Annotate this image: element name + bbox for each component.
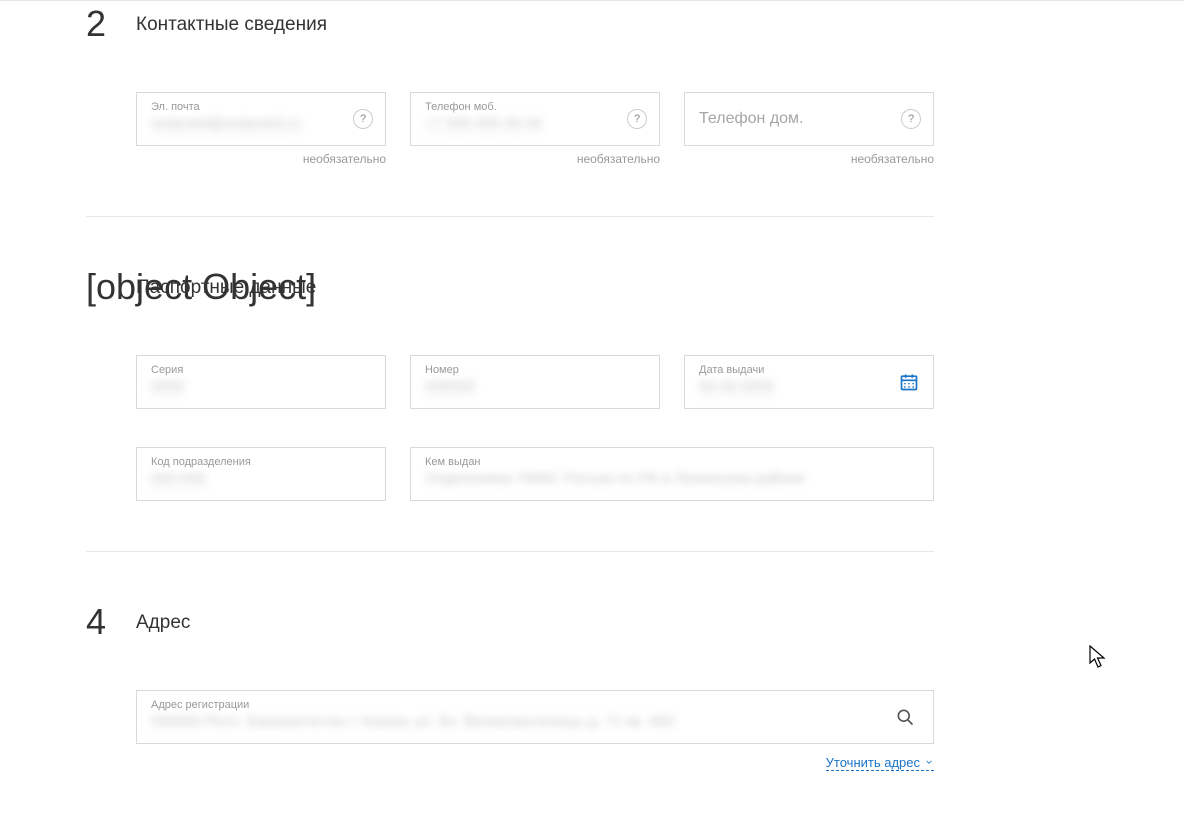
chevron-down-icon (924, 755, 934, 770)
issue-date-value: 00.00.0000 (699, 378, 774, 397)
phone-mobile-label: Телефон моб. (425, 101, 645, 113)
section-contact: 2 Контактные сведения Эл. почта redacted… (86, 0, 934, 216)
contact-fields-row: Эл. почта redacted@redacted.ru ? необяза… (136, 92, 934, 166)
number-field[interactable]: Номер 000000 (410, 355, 660, 409)
phone-mobile-value: +7 000 000 00 00 (425, 115, 542, 134)
section-address: 4 Адрес Адрес регистрации 000000 Респ. Б… (86, 551, 934, 822)
search-icon[interactable] (895, 707, 915, 727)
reg-address-label: Адрес регистрации (151, 699, 919, 711)
refine-address-text: Уточнить адрес (826, 755, 920, 770)
phone-mobile-field-wrapper: Телефон моб. +7 000 000 00 00 ? необязат… (410, 92, 660, 166)
number-field-wrapper: Номер 000000 (410, 355, 660, 409)
issued-by-field-wrapper: Кем выдан Отделением УФМС России по РБ в… (410, 447, 934, 501)
issued-by-value: Отделением УФМС России по РБ в Ленинском… (425, 470, 805, 487)
issued-by-field[interactable]: Кем выдан Отделением УФМС России по РБ в… (410, 447, 934, 501)
email-label: Эл. почта (151, 101, 371, 113)
passport-row-1: Серия 0000 Номер 000000 Дата выдачи 00.0… (136, 355, 934, 409)
phone-home-placeholder: Телефон дом. (699, 110, 804, 127)
series-field-wrapper: Серия 0000 (136, 355, 386, 409)
reg-address-field-wrapper: Адрес регистрации 000000 Респ. Башкортос… (136, 690, 934, 744)
section-number-3: [object Object] (86, 269, 316, 305)
dept-code-value: 000-000 (151, 470, 206, 489)
issue-date-label: Дата выдачи (699, 364, 919, 376)
email-field[interactable]: Эл. почта redacted@redacted.ru ? (136, 92, 386, 146)
dept-code-field-wrapper: Код подразделения 000-000 (136, 447, 386, 501)
calendar-icon[interactable] (899, 372, 919, 392)
section-title-address: Адрес (136, 612, 934, 634)
refine-link-row: Уточнить адрес (136, 754, 934, 772)
email-hint: необязательно (136, 152, 386, 166)
email-value: redacted@redacted.ru (151, 115, 300, 134)
email-field-wrapper: Эл. почта redacted@redacted.ru ? необяза… (136, 92, 386, 166)
dept-code-field[interactable]: Код подразделения 000-000 (136, 447, 386, 501)
series-field[interactable]: Серия 0000 (136, 355, 386, 409)
dept-code-label: Код подразделения (151, 456, 371, 468)
refine-address-link[interactable]: Уточнить адрес (826, 755, 934, 771)
phone-home-hint: необязательно (684, 152, 934, 166)
section-title-contact: Контактные сведения (136, 14, 934, 36)
reg-address-field[interactable]: Адрес регистрации 000000 Респ. Башкортос… (136, 690, 934, 744)
help-icon[interactable]: ? (353, 109, 373, 129)
help-icon[interactable]: ? (901, 109, 921, 129)
phone-mobile-field[interactable]: Телефон моб. +7 000 000 00 00 ? (410, 92, 660, 146)
issued-by-label: Кем выдан (425, 456, 919, 468)
series-value: 0000 (151, 378, 184, 397)
reg-address-value: 000000 Респ. Башкортостан г. Казань ул. … (151, 713, 674, 730)
cursor-icon (1089, 645, 1107, 674)
number-label: Номер (425, 364, 645, 376)
help-icon[interactable]: ? (627, 109, 647, 129)
issue-date-field-wrapper: Дата выдачи 00.00.0000 (684, 355, 934, 409)
section-number-4: 4 (86, 604, 106, 640)
phone-home-field[interactable]: Телефон дом. ? (684, 92, 934, 146)
section-passport: [object Object] Паспортные данные Серия … (86, 216, 934, 551)
number-value: 000000 (425, 378, 475, 397)
phone-mobile-hint: необязательно (410, 152, 660, 166)
series-label: Серия (151, 364, 371, 376)
address-row: Адрес регистрации 000000 Респ. Башкортос… (136, 690, 934, 744)
phone-home-field-wrapper: Телефон дом. ? необязательно (684, 92, 934, 166)
section-number-2: 2 (86, 6, 106, 42)
form-container: 2 Контактные сведения Эл. почта redacted… (86, 0, 934, 822)
issue-date-field[interactable]: Дата выдачи 00.00.0000 (684, 355, 934, 409)
passport-row-2: Код подразделения 000-000 Кем выдан Отде… (136, 447, 934, 501)
